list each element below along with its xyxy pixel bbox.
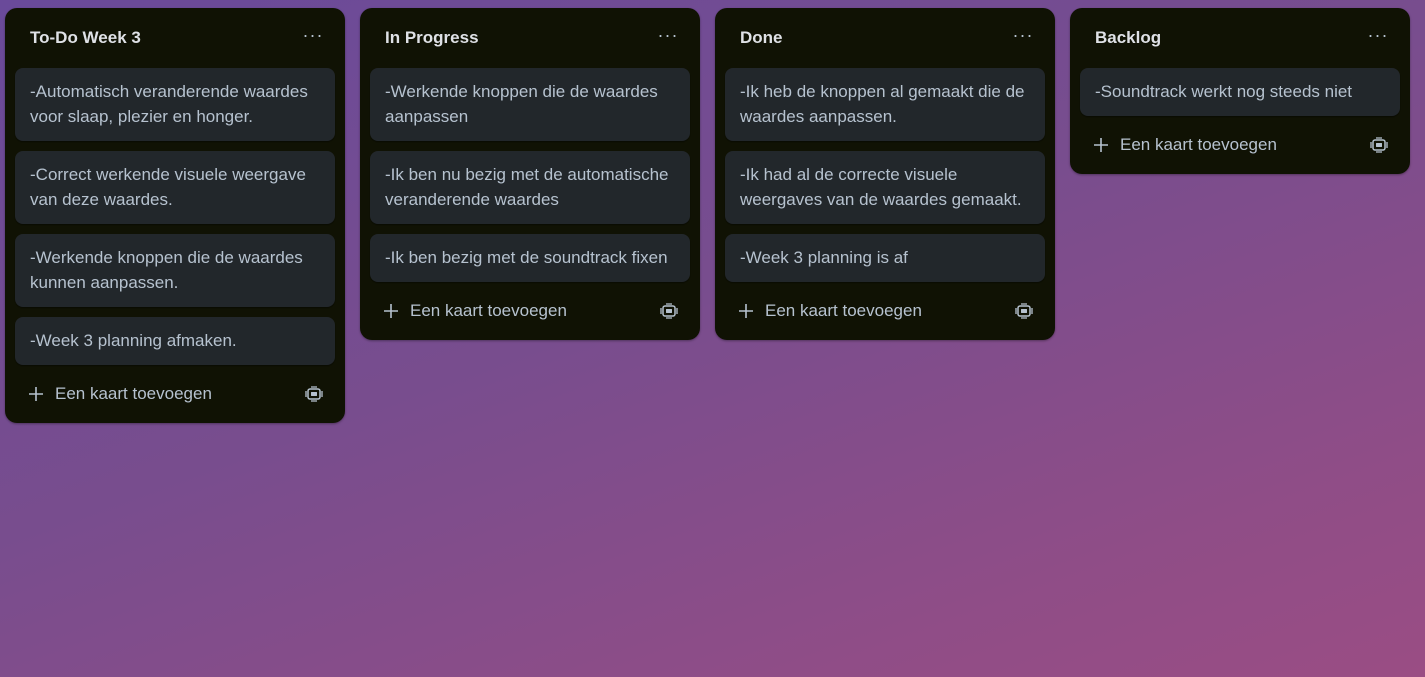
card[interactable]: -Ik ben nu bezig met de automatische ver…	[370, 151, 690, 224]
list-footer: Een kaart toevoegen	[725, 282, 1045, 340]
more-horizontal-icon[interactable]: ···	[1011, 26, 1035, 48]
list-header: Backlog ···	[1080, 8, 1400, 68]
add-card-button[interactable]: Een kaart toevoegen	[737, 301, 922, 321]
list-backlog: Backlog ··· -Soundtrack werkt nog steeds…	[1070, 8, 1410, 174]
list-header: In Progress ···	[370, 8, 690, 68]
list-header: Done ···	[725, 8, 1045, 68]
card-template-icon[interactable]	[660, 302, 678, 320]
add-card-button[interactable]: Een kaart toevoegen	[382, 301, 567, 321]
card-list: -Soundtrack werkt nog steeds niet	[1080, 68, 1400, 116]
plus-icon	[739, 304, 753, 318]
card[interactable]: -Werkende knoppen die de waardes kunnen …	[15, 234, 335, 307]
card-template-icon[interactable]	[1015, 302, 1033, 320]
more-horizontal-icon[interactable]: ···	[301, 26, 325, 48]
card[interactable]: -Soundtrack werkt nog steeds niet	[1080, 68, 1400, 116]
list-todo-week-3: To-Do Week 3 ··· -Automatisch veranderen…	[5, 8, 345, 423]
card[interactable]: -Ik had al de correcte visuele weergaves…	[725, 151, 1045, 224]
card[interactable]: -Correct werkende visuele weergave van d…	[15, 151, 335, 224]
list-footer: Een kaart toevoegen	[15, 365, 335, 423]
card-template-icon[interactable]	[1370, 136, 1388, 154]
card[interactable]: -Automatisch veranderende waardes voor s…	[15, 68, 335, 141]
add-card-button[interactable]: Een kaart toevoegen	[1092, 135, 1277, 155]
list-header: To-Do Week 3 ···	[15, 8, 335, 68]
list-done: Done ··· -Ik heb de knoppen al gemaakt d…	[715, 8, 1055, 340]
card-list: -Ik heb de knoppen al gemaakt die de waa…	[725, 68, 1045, 282]
plus-icon	[384, 304, 398, 318]
list-footer: Een kaart toevoegen	[1080, 116, 1400, 174]
add-card-label: Een kaart toevoegen	[410, 301, 567, 320]
card[interactable]: -Werkende knoppen die de waardes aanpass…	[370, 68, 690, 141]
card[interactable]: -Ik ben bezig met de soundtrack fixen	[370, 234, 690, 282]
list-in-progress: In Progress ··· -Werkende knoppen die de…	[360, 8, 700, 340]
list-title[interactable]: In Progress	[385, 28, 479, 48]
card[interactable]: -Week 3 planning afmaken.	[15, 317, 335, 365]
card-list: -Automatisch veranderende waardes voor s…	[15, 68, 335, 365]
add-card-label: Een kaart toevoegen	[765, 301, 922, 320]
add-card-label: Een kaart toevoegen	[55, 384, 212, 403]
board: To-Do Week 3 ··· -Automatisch veranderen…	[5, 8, 1410, 423]
list-title[interactable]: Done	[740, 28, 783, 48]
card-template-icon[interactable]	[305, 385, 323, 403]
plus-icon	[1094, 138, 1108, 152]
list-footer: Een kaart toevoegen	[370, 282, 690, 340]
add-card-button[interactable]: Een kaart toevoegen	[27, 384, 212, 404]
add-card-label: Een kaart toevoegen	[1120, 135, 1277, 154]
plus-icon	[29, 387, 43, 401]
more-horizontal-icon[interactable]: ···	[656, 26, 680, 48]
list-title[interactable]: To-Do Week 3	[30, 28, 141, 48]
card-list: -Werkende knoppen die de waardes aanpass…	[370, 68, 690, 282]
card[interactable]: -Week 3 planning is af	[725, 234, 1045, 282]
more-horizontal-icon[interactable]: ···	[1366, 26, 1390, 48]
list-title[interactable]: Backlog	[1095, 28, 1161, 48]
card[interactable]: -Ik heb de knoppen al gemaakt die de waa…	[725, 68, 1045, 141]
